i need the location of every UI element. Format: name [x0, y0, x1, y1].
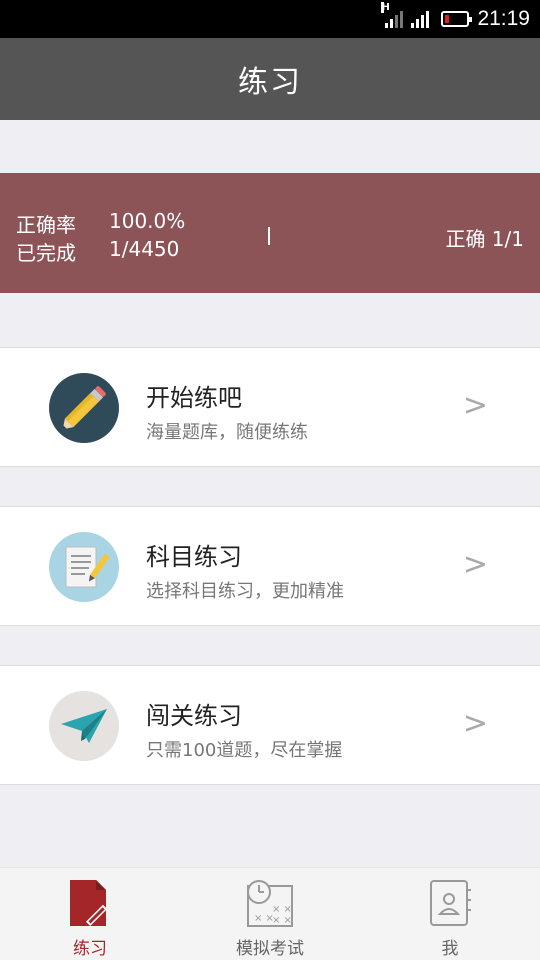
menu-item-subtitle: 只需100道题，尽在掌握 — [146, 740, 343, 761]
menu-item-title: 科目练习 — [146, 543, 242, 571]
svg-text:× ×: × × — [254, 913, 274, 924]
menu-item-title: 闯关练习 — [146, 702, 242, 730]
page-title: 练习 — [238, 65, 302, 100]
chevron-right-icon: > — [462, 547, 488, 582]
mobile-data-signal-icon: H — [381, 2, 404, 28]
status-bar: H 21:19 — [0, 0, 540, 38]
svg-text:× ×: × × — [272, 904, 292, 915]
signal-strength-icon — [411, 10, 430, 28]
menu-item-level-practice[interactable]: 闯关练习 只需100道题，尽在掌握 > — [0, 665, 540, 785]
stats-divider — [268, 227, 270, 245]
chevron-right-icon: > — [462, 706, 488, 741]
accuracy-value: 100.0% — [109, 209, 186, 233]
pencil-icon — [49, 373, 119, 443]
nav-tab-mock-exam[interactable]: × × × × × × 模拟考试 — [180, 868, 360, 960]
stats-panel: 正确率 100.0% 已完成 1/4450 正确 1/1 — [0, 173, 540, 293]
completed-value: 1/4450 — [109, 237, 180, 261]
menu-item-start-practice[interactable]: 开始练吧 海量题库，随便练练 > — [0, 347, 540, 467]
menu-item-subtitle: 选择科目练习，更加精准 — [146, 581, 344, 602]
nav-tab-practice[interactable]: 练习 — [0, 868, 180, 960]
paper-plane-icon — [49, 691, 119, 761]
title-bar: 练习 — [0, 38, 540, 120]
menu-item-subject-practice[interactable]: 科目练习 选择科目练习，更加精准 > — [0, 506, 540, 626]
clock-exam-icon: × × × × × × — [247, 880, 293, 927]
menu-item-title: 开始练吧 — [146, 384, 242, 412]
svg-text:× ×: × × — [272, 915, 292, 926]
nav-tab-label: 我 — [441, 939, 459, 959]
bottom-nav: 练习 × × × × × × 模拟考试 我 — [0, 867, 540, 960]
clock: 21:19 — [477, 7, 530, 30]
document-edit-icon — [70, 880, 108, 927]
battery-icon — [441, 11, 473, 27]
correct-count: 正确 1/1 — [445, 227, 524, 251]
notepad-icon — [49, 532, 119, 602]
accuracy-label: 正确率 — [16, 213, 76, 237]
menu-item-subtitle: 海量题库，随便练练 — [146, 422, 308, 443]
profile-book-icon — [430, 880, 471, 926]
nav-tab-me[interactable]: 我 — [360, 868, 540, 960]
nav-tab-label: 模拟考试 — [236, 939, 304, 959]
chevron-right-icon: > — [462, 388, 488, 423]
network-type-label: H — [381, 2, 390, 13]
completed-label: 已完成 — [16, 241, 76, 265]
nav-tab-label: 练习 — [73, 939, 107, 959]
